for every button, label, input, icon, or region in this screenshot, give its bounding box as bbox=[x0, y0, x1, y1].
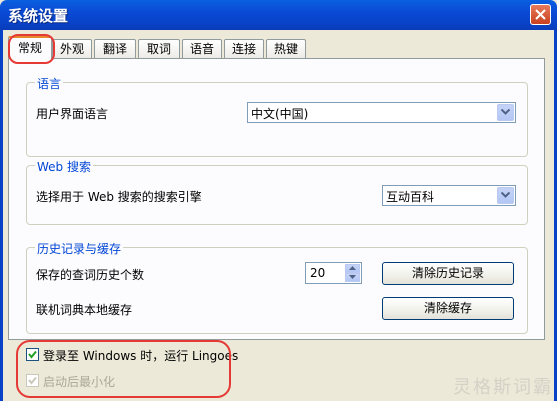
dropdown-button[interactable] bbox=[497, 104, 514, 121]
tab-connection[interactable]: 连接 bbox=[224, 39, 264, 58]
ui-language-label: 用户界面语言 bbox=[36, 107, 109, 121]
close-icon bbox=[535, 9, 546, 20]
ui-language-select[interactable]: 中文(中国) bbox=[247, 102, 516, 123]
language-group-legend: 语言 bbox=[35, 75, 64, 92]
web-search-group: Web 搜索 选择用于 Web 搜索的搜索引擎 互动百科 bbox=[26, 158, 528, 225]
chevron-down-icon bbox=[501, 109, 510, 115]
highlight-startup-options bbox=[16, 340, 231, 398]
history-count-spinner[interactable]: 20 bbox=[305, 262, 362, 284]
tab-hotkeys[interactable]: 热键 bbox=[266, 39, 306, 58]
title-bar[interactable]: 系统设置 bbox=[0, 0, 557, 30]
language-group: 语言 用户界面语言 中文(中国) bbox=[26, 75, 528, 157]
tab-translate[interactable]: 翻译 bbox=[94, 39, 136, 58]
spin-down-button[interactable] bbox=[345, 273, 360, 282]
frame-left bbox=[0, 30, 3, 401]
arrow-down-icon bbox=[349, 275, 356, 279]
history-count-value: 20 bbox=[310, 266, 326, 280]
tab-appearance[interactable]: 外观 bbox=[52, 39, 92, 58]
search-engine-label: 选择用于 Web 搜索的搜索引擎 bbox=[36, 190, 202, 204]
tab-voice[interactable]: 语音 bbox=[182, 39, 222, 58]
history-cache-group-legend: 历史记录与缓存 bbox=[35, 240, 124, 257]
cache-label: 联机词典本地缓存 bbox=[36, 303, 133, 317]
search-engine-select[interactable]: 互动百科 bbox=[382, 185, 516, 206]
history-count-label: 保存的查词历史个数 bbox=[36, 268, 145, 282]
highlight-general-tab bbox=[8, 34, 55, 64]
search-engine-value: 互动百科 bbox=[386, 190, 435, 204]
clear-history-button[interactable]: 清除历史记录 bbox=[382, 262, 514, 285]
close-button[interactable] bbox=[530, 4, 551, 25]
settings-window: 系统设置 常规 外观 翻译 取词 语音 连接 热键 语言 用户界面语言 中文(中… bbox=[0, 0, 557, 401]
tab-word-capture[interactable]: 取词 bbox=[138, 39, 180, 58]
spin-up-button[interactable] bbox=[345, 264, 360, 273]
chevron-down-icon bbox=[501, 192, 510, 198]
dropdown-button[interactable] bbox=[497, 187, 514, 204]
web-search-group-legend: Web 搜索 bbox=[35, 158, 93, 175]
arrow-up-icon bbox=[349, 266, 356, 270]
general-tab-panel: 语言 用户界面语言 中文(中国) Web 搜索 选择用于 Web 搜索的搜索引擎… bbox=[8, 58, 545, 340]
clear-cache-button[interactable]: 清除缓存 bbox=[382, 297, 514, 320]
history-cache-group: 历史记录与缓存 保存的查词历史个数 20 清除历史记录 联机词典本地缓存 清除缓… bbox=[26, 240, 528, 334]
ui-language-value: 中文(中国) bbox=[251, 107, 309, 121]
window-title: 系统设置 bbox=[8, 7, 69, 25]
watermark: 灵格斯词霸 bbox=[453, 377, 553, 398]
